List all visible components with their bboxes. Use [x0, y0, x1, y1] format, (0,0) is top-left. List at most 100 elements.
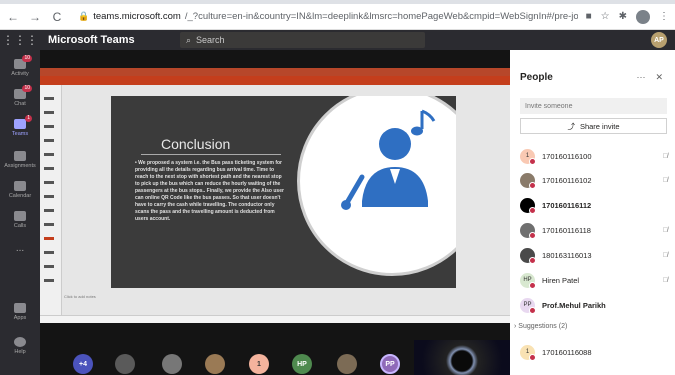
people-title: People: [520, 72, 553, 83]
teams-header: ⋮⋮⋮ Microsoft Teams ⌕ Search AP: [0, 30, 675, 50]
more-icon: ...: [15, 242, 25, 254]
rail-label: Calendar: [8, 193, 32, 199]
forward-icon[interactable]: →: [28, 10, 42, 24]
participant-name: 180163116013: [542, 250, 592, 260]
suggestion-item[interactable]: 1 170160116088: [520, 343, 670, 361]
participant-item[interactable]: 1 170160116100 🎙̸: [520, 147, 670, 165]
thumb: [44, 223, 54, 226]
url-path: /_?culture=en-in&country=IN&lm=deeplink&…: [184, 11, 578, 22]
help-icon: [14, 337, 26, 347]
lock-icon: 🔒: [78, 11, 90, 21]
rail-label: Activity: [11, 71, 29, 77]
participant-item[interactable]: 170160116102 🎙̸: [520, 171, 670, 189]
share-icon: ⤴: [567, 121, 575, 131]
thumb: [44, 125, 54, 128]
rail-badge: 1: [25, 115, 32, 122]
ppt-title-bar: [40, 68, 510, 76]
strip-avatar[interactable]: 1: [249, 354, 269, 374]
strip-avatar[interactable]: [162, 354, 182, 374]
strip-avatar[interactable]: [115, 354, 135, 374]
more-options-icon[interactable]: ···: [636, 72, 645, 83]
mic-off-icon: 🎙̸: [662, 276, 668, 284]
suggestions-label: Suggestions (2): [518, 323, 568, 330]
rail-item-teams[interactable]: 1 Teams: [0, 110, 40, 146]
avatar: PP: [520, 297, 536, 314]
mic-off-icon: 🎙̸: [662, 251, 668, 259]
participant-name: 170160116100: [542, 151, 592, 161]
rail-label: Chat: [14, 101, 26, 107]
ppt-status-bar: [40, 315, 510, 323]
share-invite-button[interactable]: ⤴ Share invite: [520, 118, 667, 134]
camera-icon[interactable]: ■: [586, 11, 592, 22]
strip-avatar[interactable]: [337, 354, 357, 374]
assignments-icon: [14, 151, 26, 161]
thumb: [44, 97, 54, 100]
thumb: [44, 139, 54, 142]
url-host: teams.microsoft.com: [93, 11, 181, 22]
mic-off-icon: 🎙̸: [662, 176, 668, 184]
participant-item[interactable]: PP Prof.Mehul Parikh: [520, 296, 670, 314]
participant-name: Prof.Mehul Parikh: [542, 300, 606, 310]
slide-title: Conclusion: [161, 136, 231, 152]
suggestion-name: 170160116088: [542, 347, 592, 357]
browser-toolbar: ← → C 🔒 teams.microsoft.com/_?culture=en…: [0, 4, 675, 30]
back-icon[interactable]: ←: [6, 10, 20, 24]
mic-off-icon: 🎙̸: [662, 226, 668, 234]
rail-item-apps[interactable]: Apps: [0, 294, 40, 330]
bell-icon: 10: [14, 55, 32, 69]
avatar: [520, 247, 536, 264]
avatar: [520, 172, 536, 189]
thumb: [44, 167, 54, 170]
thumb: [44, 195, 54, 198]
more-participants-badge[interactable]: +4: [73, 354, 93, 374]
calendar-icon: [14, 181, 26, 191]
ppt-ribbon: [40, 76, 510, 85]
menu-icon[interactable]: ⋮: [659, 11, 669, 22]
user-avatar[interactable]: AP: [651, 32, 667, 48]
self-video-thumbnail[interactable]: [414, 340, 510, 375]
phone-icon: [14, 211, 26, 221]
strip-avatar[interactable]: PP: [380, 354, 400, 374]
rail-label: Calls: [13, 223, 27, 229]
rail-item-more[interactable]: ...: [0, 230, 40, 266]
thumb: [44, 111, 54, 114]
thumb: [44, 209, 54, 212]
app-rail: 10 Activity 10 Chat 1 Teams Assignments Cal…: [0, 50, 40, 375]
participant-item[interactable]: 170160116118 🎙̸: [520, 221, 670, 239]
strip-avatar[interactable]: HP: [292, 354, 312, 374]
close-icon[interactable]: ✕: [655, 72, 663, 83]
rail-label: Help: [14, 349, 26, 355]
thumb: [44, 181, 54, 184]
rail-item-help[interactable]: Help: [0, 328, 40, 364]
avatar: HP: [520, 272, 536, 289]
app-title: Microsoft Teams: [48, 34, 135, 46]
rail-badge: 10: [22, 85, 32, 92]
rail-badge: 10: [22, 55, 32, 62]
star-icon[interactable]: ☆: [601, 11, 610, 22]
slide-divider: [141, 154, 281, 155]
avatar: 1: [520, 148, 536, 165]
extensions-icon[interactable]: ✱: [619, 11, 627, 22]
search-icon: ⌕: [186, 34, 192, 45]
search-input[interactable]: ⌕ Search: [180, 32, 425, 48]
thumb: [44, 265, 54, 268]
slide-thumbnails: [40, 85, 62, 315]
thumb: [44, 251, 54, 254]
participant-item[interactable]: HP Hiren Patel 🎙̸: [520, 271, 670, 289]
invite-input[interactable]: [520, 98, 667, 114]
rail-label: Assignments: [4, 163, 36, 169]
slide-body: • We proposed a system i.e. the Bus pass…: [135, 160, 284, 222]
strip-avatar[interactable]: [205, 354, 225, 374]
participant-name: Hiren Patel: [542, 275, 580, 285]
app-launcher-icon[interactable]: ⋮⋮⋮: [0, 33, 40, 47]
rail-label: Teams: [11, 131, 29, 137]
profile-icon[interactable]: [636, 9, 650, 24]
suggestions-header[interactable]: › Suggestions (2): [514, 323, 567, 330]
participant-item[interactable]: 180163116013 🎙̸: [520, 246, 670, 264]
reload-icon[interactable]: C: [50, 10, 64, 24]
address-bar[interactable]: 🔒 teams.microsoft.com/_?culture=en-in&co…: [72, 7, 578, 27]
apps-icon: [14, 303, 26, 313]
thumb: [44, 237, 54, 240]
participant-item[interactable]: 170160116112: [520, 196, 670, 214]
slide-illustration: [297, 96, 456, 276]
